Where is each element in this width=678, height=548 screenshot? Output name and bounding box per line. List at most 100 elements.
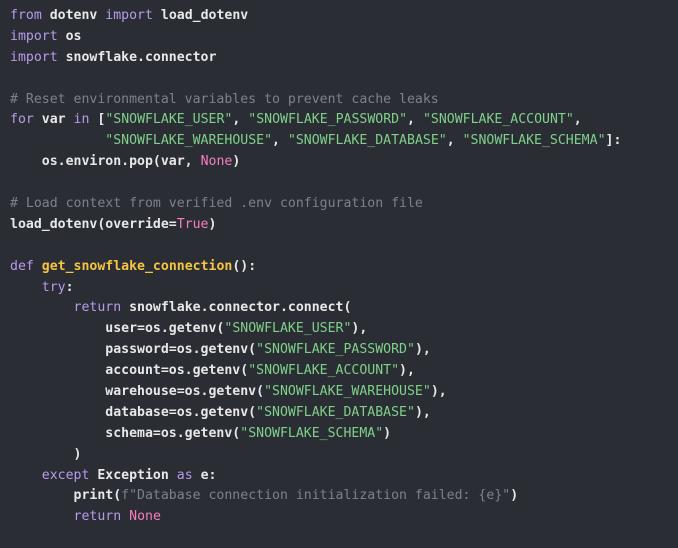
code-line: # Reset environmental variables to preve… (10, 90, 668, 111)
keyword-token: as (176, 467, 193, 483)
code-token: ) (383, 425, 392, 441)
code-line: ) (10, 445, 668, 466)
code-token: ) (510, 488, 519, 504)
code-line: except Exception as e: (10, 466, 668, 487)
code-line: for var in ["SNOWFLAKE_USER", "SNOWFLAKE… (10, 110, 668, 131)
code-line: os.environ.pop(var, None) (10, 152, 668, 173)
code-token: user=os.getenv( (10, 321, 225, 337)
string-token: "SNOWFLAKE_ACCOUNT" (248, 363, 400, 379)
string-token: "SNOWFLAKE_WAREHOUSE" (105, 133, 273, 149)
keyword-token: def (10, 258, 34, 274)
keyword-token: import (10, 28, 58, 44)
code-token: , (573, 112, 582, 128)
code-token: warehouse=os.getenv( (10, 384, 265, 400)
code-line: "SNOWFLAKE_WAREHOUSE", "SNOWFLAKE_DATABA… (10, 131, 668, 152)
code-token: password=os.getenv( (10, 342, 257, 358)
string-token: "SNOWFLAKE_SCHEMA" (462, 133, 606, 149)
code-line: database=os.getenv("SNOWFLAKE_DATABASE")… (10, 403, 668, 424)
code-token: database=os.getenv( (10, 404, 257, 420)
code-token: , (446, 133, 463, 149)
code-line: account=os.getenv("SNOWFLAKE_ACCOUNT"), (10, 361, 668, 382)
string-token: "SNOWFLAKE_USER" (105, 112, 233, 128)
code-token: ), (430, 384, 447, 400)
code-token: , (232, 112, 249, 128)
code-token: ), (414, 342, 431, 358)
keyword-token: from (10, 8, 42, 23)
code-token: load_dotenv (152, 8, 249, 23)
constant-token: None (129, 509, 161, 525)
string-token: "SNOWFLAKE_WAREHOUSE" (264, 384, 431, 400)
code-token: e: (192, 467, 217, 483)
code-token: account=os.getenv( (10, 363, 249, 379)
string-token: "SNOWFLAKE_DATABASE" (287, 133, 447, 149)
code-token: : (65, 279, 74, 295)
keyword-token: return (73, 509, 122, 525)
code-line: print(f"Database connection initializati… (10, 486, 668, 507)
code-token: os (57, 28, 82, 44)
code-editor[interactable]: from dotenv import load_dotenv import os i… (0, 0, 678, 548)
string-token: "SNOWFLAKE_USER" (224, 321, 352, 337)
code-line: import os (10, 27, 668, 48)
comment-token: # Load context from verified .env config… (10, 196, 423, 212)
string-token: "SNOWFLAKE_SCHEMA" (240, 425, 384, 441)
code-token: ), (351, 321, 368, 337)
code-line: def get_snowflake_connection(): (10, 257, 668, 278)
code-token: ) (10, 446, 82, 462)
code-line: schema=os.getenv("SNOWFLAKE_SCHEMA") (10, 424, 668, 445)
string-token: "SNOWFLAKE_ACCOUNT" (422, 112, 574, 128)
code-line: user=os.getenv("SNOWFLAKE_USER"), (10, 319, 668, 340)
code-line: # Load context from verified .env config… (10, 194, 668, 215)
keyword-token: for (10, 112, 34, 128)
code-token: var (33, 112, 74, 128)
code-token: dotenv (41, 8, 106, 23)
keyword-token: except (41, 467, 90, 483)
code-token: print( (10, 488, 122, 504)
code-line: from dotenv import load_dotenv (10, 6, 668, 27)
code-token: , (407, 112, 423, 128)
code-token: ), (414, 404, 431, 420)
keyword-token: try (41, 279, 66, 295)
keyword-token: import (105, 8, 153, 23)
code-line: try: (10, 278, 668, 299)
code-token: ]: (605, 133, 622, 149)
keyword-token: in (73, 112, 90, 128)
code-line: password=os.getenv("SNOWFLAKE_PASSWORD")… (10, 340, 668, 361)
function-name-token: get_snowflake_connection (41, 258, 233, 274)
code-token: snowflake.connector (57, 49, 217, 65)
string-token: "SNOWFLAKE_PASSWORD" (256, 342, 415, 358)
code-token: os.environ.pop(var, (10, 154, 201, 170)
constant-token: None (200, 154, 233, 170)
string-token: "SNOWFLAKE_PASSWORD" (248, 112, 408, 128)
code-token: (): (232, 258, 257, 274)
keyword-token: import (10, 49, 58, 65)
string-token: "SNOWFLAKE_DATABASE" (256, 404, 415, 420)
code-line: return None (10, 507, 668, 528)
code-token: load_dotenv(override= (10, 216, 177, 232)
code-token: ) (208, 216, 217, 232)
comment-token: f"Database connection initialization fai… (121, 488, 511, 504)
code-token: snowflake.connector.connect( (121, 300, 352, 316)
code-token: Exception (89, 467, 177, 483)
code-line: load_dotenv(override=True) (10, 215, 668, 236)
code-line: return snowflake.connector.connect( (10, 298, 668, 319)
code-line: import snowflake.connector (10, 48, 668, 69)
code-token: , (272, 133, 288, 149)
constant-token: True (176, 216, 209, 232)
code-token: ) (232, 154, 241, 170)
comment-token: # Reset environmental variables to preve… (10, 91, 439, 107)
code-token: [ (89, 112, 106, 128)
code-token: schema=os.getenv( (10, 425, 241, 441)
code-line: warehouse=os.getenv("SNOWFLAKE_WAREHOUSE… (10, 382, 668, 403)
keyword-token: return (73, 300, 122, 316)
code-token: ), (399, 363, 415, 379)
